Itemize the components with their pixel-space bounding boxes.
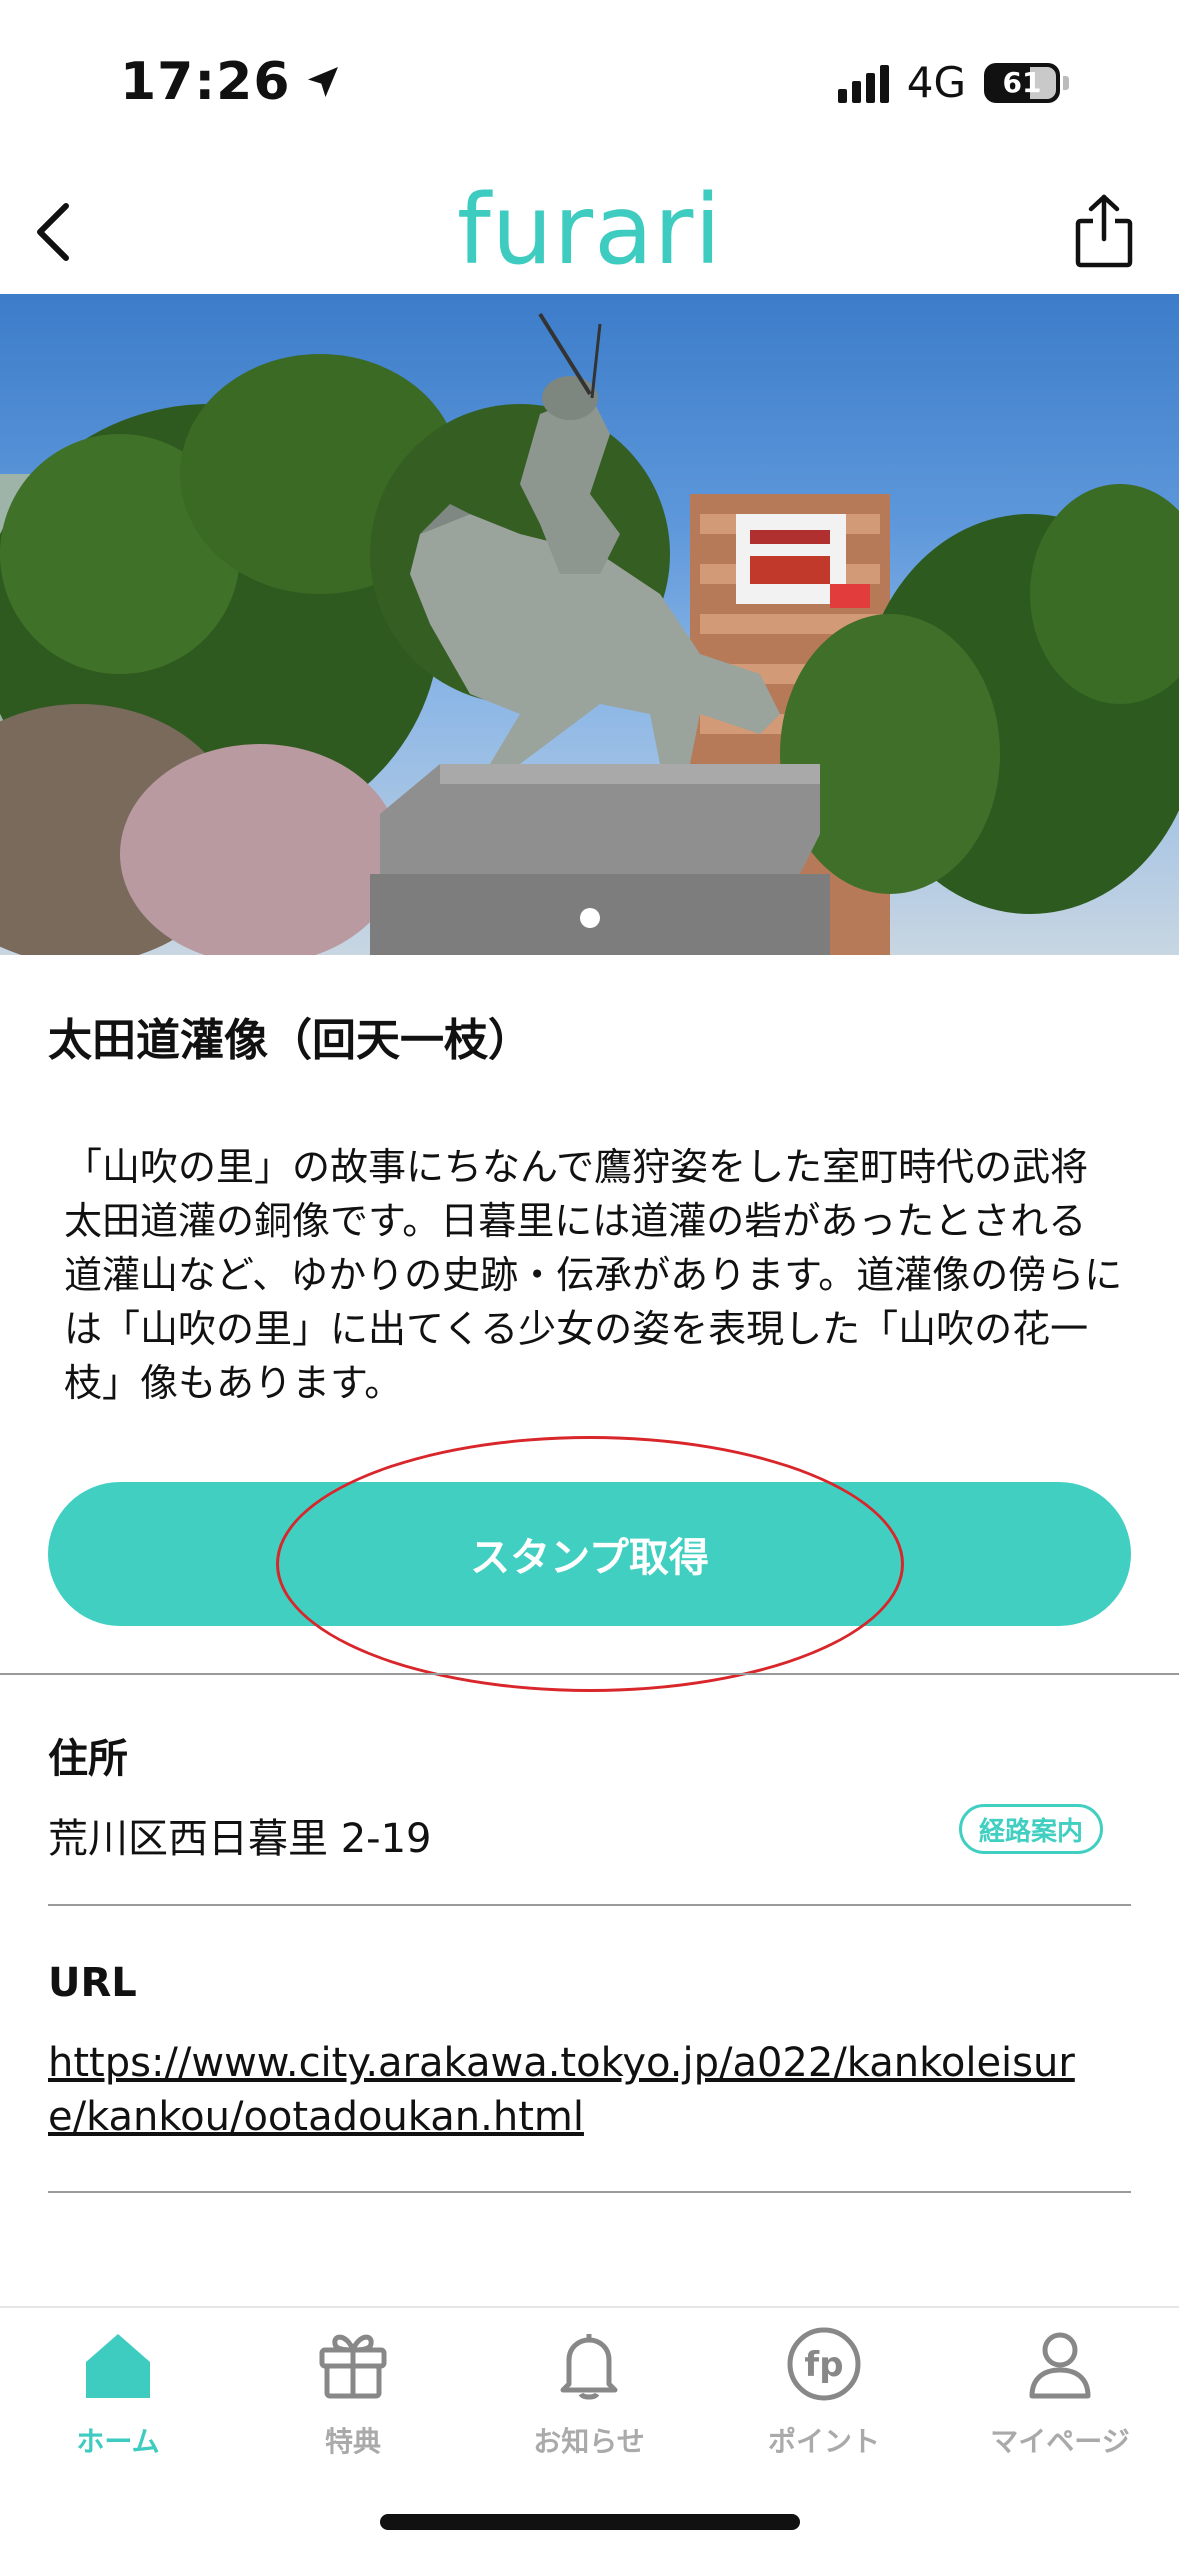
user-icon	[1029, 2332, 1091, 2399]
nav-item-points[interactable]: fp ポイント	[724, 2324, 924, 2460]
statue-photo-illustration	[0, 312, 1179, 955]
chevron-left-icon	[37, 203, 69, 261]
location-arrow-icon	[307, 67, 338, 97]
route-guide-button[interactable]: 経路案内	[959, 1804, 1103, 1854]
home-indicator	[380, 2514, 800, 2530]
status-time: 17:26	[120, 52, 291, 112]
spot-title: 太田道灌像（回天一枝）	[48, 1015, 532, 1066]
network-type: 4G	[906, 58, 966, 107]
nav-label: お知らせ	[533, 2425, 645, 2458]
nav-label: マイページ	[990, 2425, 1130, 2458]
signal-icon	[837, 63, 889, 103]
divider	[48, 2191, 1131, 2193]
nav-label: 特典	[324, 2425, 381, 2458]
get-stamp-button[interactable]: スタンプ取得	[48, 1482, 1131, 1626]
spot-photo[interactable]	[0, 294, 1179, 955]
section-divider	[0, 1673, 1179, 1675]
back-button[interactable]	[22, 188, 82, 276]
status-time-group: 17:26	[120, 52, 343, 112]
status-bar: 17:26 4G 61	[0, 0, 1179, 170]
gift-icon	[319, 2334, 387, 2399]
url-label: URL	[48, 1960, 137, 2006]
nav-item-notifications[interactable]: お知らせ	[489, 2324, 689, 2460]
share-icon	[1075, 194, 1133, 268]
address-value: 荒川区西日暮里 2-19	[48, 1816, 432, 1862]
status-indicators: 4G 61	[837, 58, 1069, 107]
battery-icon: 61	[984, 62, 1069, 103]
battery-level: 61	[1002, 66, 1042, 99]
nav-item-mypage[interactable]: マイページ	[960, 2324, 1160, 2460]
bell-icon	[560, 2334, 618, 2400]
nav-label: ホーム	[76, 2425, 160, 2458]
nav-label: ポイント	[767, 2425, 880, 2458]
nav-item-benefits[interactable]: 特典	[253, 2324, 453, 2460]
app-logo: furari	[456, 174, 723, 286]
points-icon: fp	[787, 2327, 861, 2401]
share-button[interactable]	[1069, 186, 1139, 276]
home-icon	[86, 2334, 150, 2398]
app-header: furari	[0, 170, 1179, 294]
address-label: 住所	[48, 1736, 128, 1782]
carousel-indicator	[580, 908, 600, 928]
divider	[48, 1904, 1131, 1906]
url-link[interactable]: https://www.city.arakawa.tokyo.jp/a022/k…	[48, 2036, 1108, 2144]
nav-item-home[interactable]: ホーム	[18, 2324, 218, 2460]
spot-description: 「山吹の里」の故事にちなんで鷹狩姿をした室町時代の武将太田道灌の銅像です。日暮里…	[64, 1145, 1123, 1405]
svg-text:fp: fp	[804, 2345, 843, 2385]
